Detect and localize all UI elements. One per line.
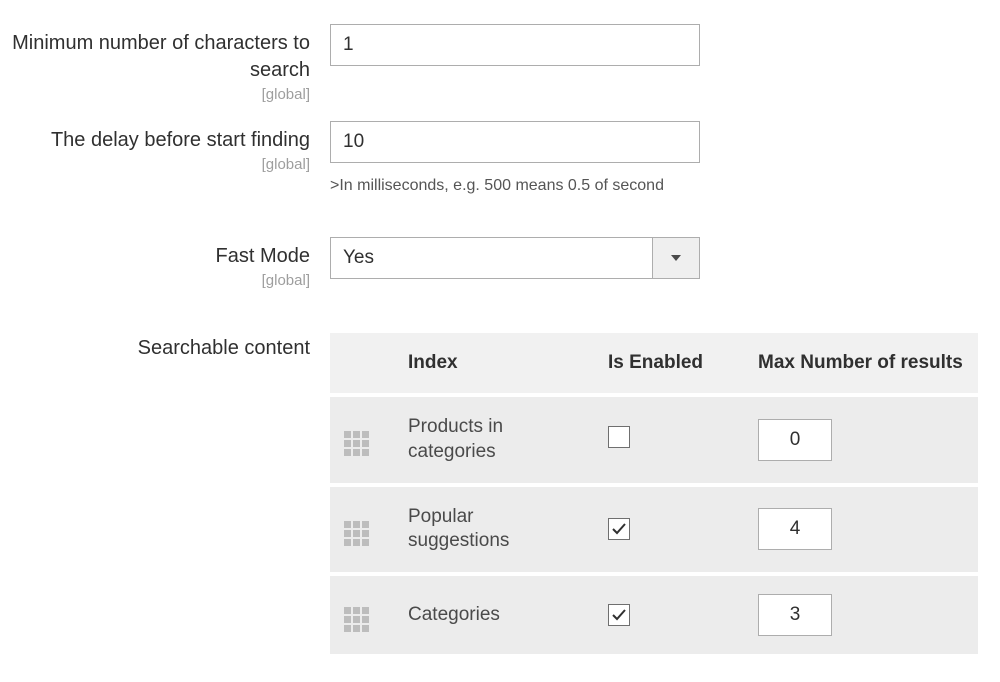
field-label: Minimum number of characters to search	[10, 30, 310, 84]
th-enabled: Is Enabled	[594, 333, 744, 394]
searchable-content-table: Index Is Enabled Max Number of results P…	[330, 329, 978, 658]
th-max: Max Number of results	[744, 333, 978, 394]
field-label: Fast Mode	[10, 243, 310, 270]
index-name: Popular suggestions	[408, 505, 580, 554]
field-label: The delay before start finding	[10, 127, 310, 154]
control-col: >In milliseconds, e.g. 500 means 0.5 of …	[330, 121, 990, 197]
scope-badge: [global]	[10, 86, 310, 103]
table-row: Categories	[330, 576, 978, 654]
min-chars-input[interactable]	[330, 24, 700, 66]
label-col: The delay before start finding [global]	[10, 121, 330, 173]
field-help: >In milliseconds, e.g. 500 means 0.5 of …	[330, 175, 700, 197]
control-col: Index Is Enabled Max Number of results P…	[330, 329, 990, 658]
select-value: Yes	[330, 237, 652, 279]
chevron-down-icon	[652, 237, 700, 279]
field-label: Searchable content	[10, 335, 310, 362]
scope-badge: [global]	[10, 272, 310, 289]
table-header-row: Index Is Enabled Max Number of results	[330, 333, 978, 394]
label-col: Searchable content	[10, 329, 330, 362]
table-row: Products in categories	[330, 397, 978, 482]
control-col	[330, 24, 990, 66]
drag-handle-icon[interactable]	[330, 576, 394, 654]
label-col: Fast Mode [global]	[10, 237, 330, 289]
settings-form: Minimum number of characters to search […	[0, 0, 1000, 682]
fast-mode-select[interactable]: Yes	[330, 237, 700, 279]
drag-handle-icon[interactable]	[330, 397, 394, 482]
enabled-checkbox[interactable]	[608, 426, 630, 448]
delay-input[interactable]	[330, 121, 700, 163]
max-results-input[interactable]	[758, 508, 832, 550]
max-results-input[interactable]	[758, 419, 832, 461]
th-index: Index	[394, 333, 594, 394]
field-fast-mode: Fast Mode [global] Yes	[10, 237, 990, 289]
max-results-input[interactable]	[758, 594, 832, 636]
drag-handle-icon[interactable]	[330, 487, 394, 572]
field-searchable-content: Searchable content Index Is Enabled Max …	[10, 329, 990, 658]
table-row: Popular suggestions	[330, 487, 978, 572]
scope-badge: [global]	[10, 156, 310, 173]
index-name: Products in categories	[408, 415, 580, 464]
index-name: Categories	[408, 603, 580, 628]
field-delay: The delay before start finding [global] …	[10, 121, 990, 197]
enabled-checkbox[interactable]	[608, 518, 630, 540]
field-min-chars: Minimum number of characters to search […	[10, 24, 990, 103]
control-col: Yes	[330, 237, 990, 279]
label-col: Minimum number of characters to search […	[10, 24, 330, 103]
enabled-checkbox[interactable]	[608, 604, 630, 626]
